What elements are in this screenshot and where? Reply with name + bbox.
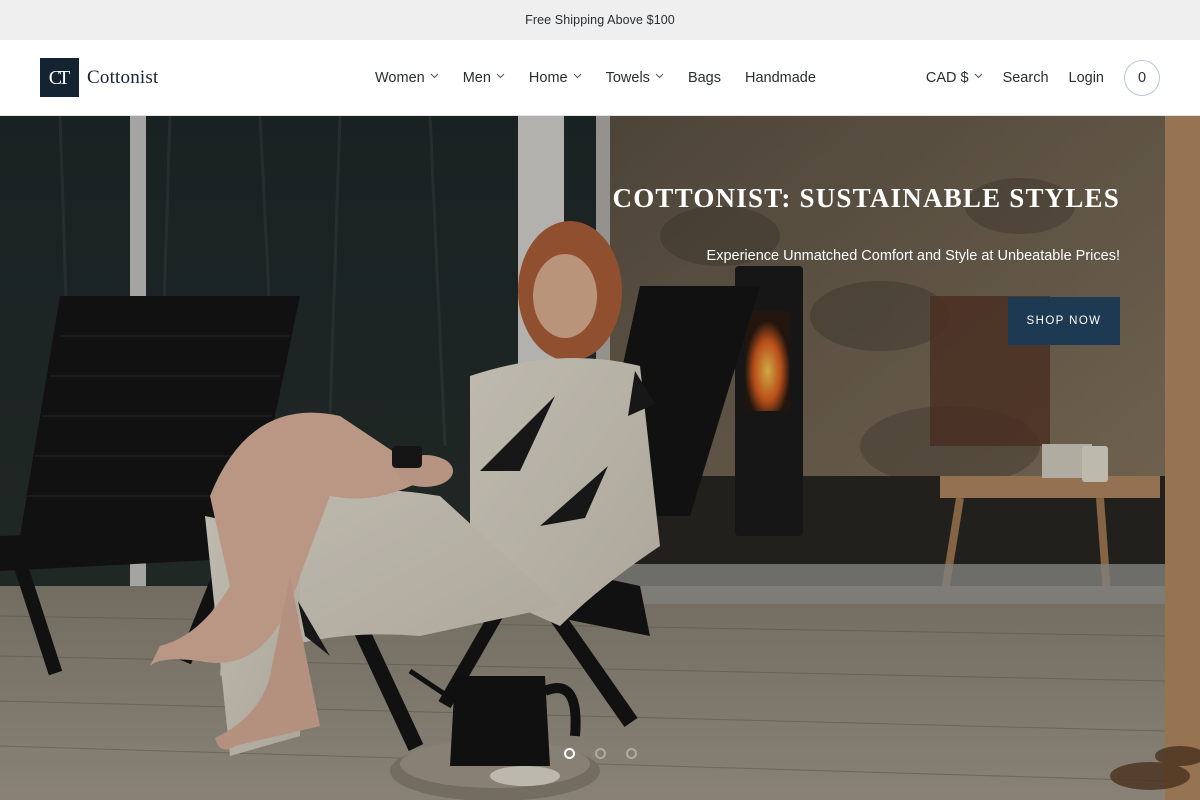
main-nav: Women Men Home Towels Bags Handmade <box>375 40 816 116</box>
currency-label: CAD $ <box>925 70 969 86</box>
brand-name: Cottonist <box>87 66 159 88</box>
cart-button[interactable]: 0 <box>1124 60 1160 96</box>
announcement-text: Free Shipping Above $100 <box>525 13 675 27</box>
nav-item-label: Men <box>462 70 491 86</box>
site-header: CT Cottonist Women Men Home Towels Bags … <box>0 40 1200 116</box>
hero-subtitle: Experience Unmatched Comfort and Style a… <box>706 248 1120 264</box>
login-label: Login <box>1068 70 1104 86</box>
nav-item-towels[interactable]: Towels <box>606 70 664 86</box>
chevron-down-icon <box>430 73 439 79</box>
logo-mark-letters: CT <box>48 66 70 89</box>
chevron-down-icon <box>974 73 983 79</box>
hero-title: COTTONIST: SUSTAINABLE STYLES <box>612 183 1120 213</box>
shop-now-button[interactable]: SHOP NOW <box>1008 297 1120 345</box>
nav-item-label: Home <box>528 70 568 86</box>
slide-indicators <box>0 748 1200 759</box>
currency-selector[interactable]: CAD $ <box>926 70 983 86</box>
nav-item-bags[interactable]: Bags <box>688 70 721 86</box>
search-link[interactable]: Search <box>1003 70 1049 86</box>
nav-item-men[interactable]: Men <box>463 70 505 86</box>
nav-item-label: Towels <box>605 70 650 86</box>
nav-item-label: Bags <box>687 70 721 86</box>
chevron-down-icon <box>496 73 505 79</box>
nav-item-label: Women <box>375 70 425 86</box>
nav-item-women[interactable]: Women <box>375 70 439 86</box>
hero-content: COTTONIST: SUSTAINABLE STYLES Experience… <box>600 182 1120 345</box>
cart-count: 0 <box>1137 70 1147 86</box>
slide-dot-2[interactable] <box>594 748 606 759</box>
brand-logo[interactable]: CT Cottonist <box>40 58 158 97</box>
slide-dot-3[interactable] <box>625 748 637 759</box>
chevron-down-icon <box>655 73 664 79</box>
chevron-down-icon <box>573 73 582 79</box>
nav-item-label: Handmade <box>745 70 816 86</box>
logo-mark-icon: CT <box>40 58 79 97</box>
hero-banner: COTTONIST: SUSTAINABLE STYLES Experience… <box>0 116 1200 800</box>
announcement-bar: Free Shipping Above $100 <box>0 0 1200 40</box>
search-label: Search <box>1002 70 1049 86</box>
nav-item-home[interactable]: Home <box>529 70 582 86</box>
utility-nav: CAD $ Search Login 0 <box>926 40 1160 116</box>
slide-dot-1[interactable] <box>563 748 575 759</box>
nav-item-handmade[interactable]: Handmade <box>745 70 816 86</box>
login-link[interactable]: Login <box>1069 70 1104 86</box>
